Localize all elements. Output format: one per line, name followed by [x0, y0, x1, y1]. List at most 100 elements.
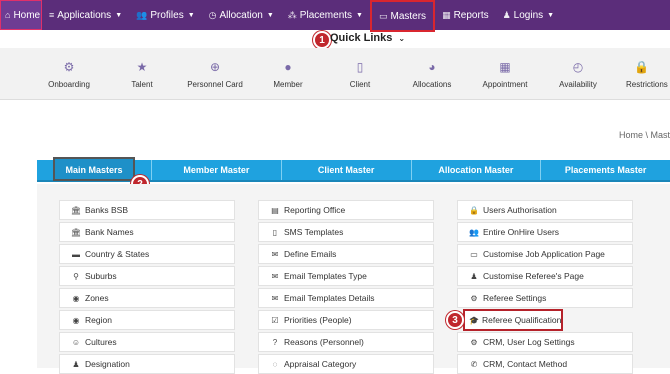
master-item-label: Zones [85, 293, 109, 303]
master-item-label: Customise Referee's Page [483, 271, 584, 281]
nav-home[interactable]: ⌂ Home [0, 0, 42, 30]
clock-icon: ◷ [208, 9, 217, 20]
quick-link-availability[interactable]: ◴ Availability [554, 48, 602, 100]
tab-member-master[interactable]: Member Master [151, 160, 281, 180]
master-item-label: CRM, User Log Settings [483, 337, 575, 347]
nav-applications[interactable]: ≡ Applications ▼ [42, 0, 129, 30]
master-item-customise-job-application-page[interactable]: ▭ Customise Job Application Page [457, 244, 633, 264]
quick-link-label: Talent [131, 79, 153, 89]
quick-link-member[interactable]: ● Member [266, 48, 310, 100]
bank-icon: 🏛 [70, 227, 82, 237]
master-item-label: Suburbs [85, 271, 117, 281]
mobile-icon: ▯ [272, 227, 278, 237]
chevron-down-icon: ▼ [547, 11, 555, 19]
master-item-referee-settings[interactable]: ⚙ Referee Settings [457, 288, 633, 308]
top-navbar: ⌂ Home ≡ Applications ▼ 👥 Profiles ▼ ◷ A… [0, 0, 670, 32]
step-callout-1: 1 [313, 31, 331, 49]
master-item-reporting-office[interactable]: ▤ Reporting Office [258, 200, 434, 220]
quick-link-client[interactable]: ▯ Client [342, 48, 378, 100]
master-item-region[interactable]: ◉ Region [59, 310, 235, 330]
nav-logins-label: Logins [513, 9, 544, 21]
master-item-cultures[interactable]: ☺ Cultures [59, 332, 235, 352]
user-icon: ♟ [72, 359, 80, 369]
breadcrumb[interactable]: Home \ Mast [619, 130, 670, 140]
user-icon: ♟ [502, 9, 511, 20]
clock-icon: ◴ [572, 59, 584, 74]
home-icon: ⌂ [5, 10, 11, 20]
master-item-users-authorisation[interactable]: 🔒 Users Authorisation [457, 200, 633, 220]
master-item-priorities-people[interactable]: ☑ Priorities (People) [258, 310, 434, 330]
quick-link-allocations[interactable]: ◕ Allocations [408, 48, 456, 100]
star-icon: ★ [136, 59, 148, 74]
quick-link-label: Availability [559, 79, 597, 89]
chevron-down-icon: ▼ [356, 11, 363, 19]
master-item-label: Entire OnHire Users [483, 227, 560, 237]
master-item-crm-contact-method[interactable]: ✆ CRM, Contact Method [457, 354, 633, 374]
master-item-country-states[interactable]: ▬ Country & States [59, 244, 235, 264]
tab-client-master[interactable]: Client Master [280, 160, 411, 180]
master-item-define-emails[interactable]: ✉ Define Emails [258, 244, 434, 264]
user-icon: ● [284, 59, 292, 74]
master-item-suburbs[interactable]: ⚲ Suburbs [59, 266, 235, 286]
nav-masters[interactable]: ▭ Masters [369, 0, 436, 32]
gears-icon: ⚙ [470, 293, 478, 303]
lock-icon: 🔒 [634, 59, 649, 74]
flag-icon: ▬ [72, 249, 80, 259]
quick-link-talent[interactable]: ★ Talent [118, 48, 166, 100]
master-item-label: Region [85, 315, 112, 325]
quick-link-personnel-card[interactable]: ⊕ Personnel Card [183, 48, 247, 100]
document-icon: ▯ [356, 59, 364, 74]
users-icon: 👥 [136, 9, 148, 20]
nav-placements[interactable]: ⁂ Placements ▼ [281, 0, 370, 30]
master-item-sms-templates[interactable]: ▯ SMS Templates [258, 222, 434, 242]
tab-placements-master[interactable]: Placements Master [540, 160, 670, 180]
nav-reports-label: Reports [453, 9, 489, 21]
chart-icon: ▦ [442, 9, 451, 20]
nav-allocation[interactable]: ◷ Allocation ▼ [202, 0, 281, 30]
envelope-icon: ✉ [271, 293, 279, 303]
quick-link-onboarding[interactable]: ⚙ Onboarding [40, 48, 98, 100]
nav-reports[interactable]: ▦ Reports [435, 0, 496, 30]
master-item-email-templates-details[interactable]: ✉ Email Templates Details [258, 288, 434, 308]
master-item-customise-referees-page[interactable]: ♟ Customise Referee's Page [457, 266, 633, 286]
phone-icon: ✆ [470, 359, 478, 369]
envelope-icon: ✉ [271, 249, 279, 259]
gear-icon: ⚙ [470, 337, 478, 347]
tab-main-masters-label: Main Masters [53, 157, 135, 181]
chevron-down-icon: ⌄ [398, 34, 406, 43]
quick-link-label: Allocations [412, 79, 452, 89]
quick-links-toggle[interactable]: Quick Links ⌄ [330, 32, 405, 44]
master-item-entire-onhire-users[interactable]: 👥 Entire OnHire Users [457, 222, 633, 242]
quick-link-appointment[interactable]: ▦ Appointment [478, 48, 532, 100]
master-item-crm-user-log-settings[interactable]: ⚙ CRM, User Log Settings [457, 332, 633, 352]
users-icon: 👥 [469, 227, 479, 237]
master-item-label: Referee Settings [483, 293, 547, 303]
nav-logins[interactable]: ♟ Logins ▼ [496, 0, 561, 30]
master-item-reasons-personnel[interactable]: ? Reasons (Personnel) [258, 332, 434, 352]
master-item-zones[interactable]: ◉ Zones [59, 288, 235, 308]
master-item-appraisal-category[interactable]: ◌ Appraisal Category [258, 354, 434, 374]
bank-icon: 🏛 [70, 205, 82, 215]
calendar-icon: ▦ [499, 59, 511, 74]
pie-chart-icon: ◕ [428, 59, 436, 74]
master-item-bank-names[interactable]: 🏛 Bank Names [59, 222, 235, 242]
tab-allocation-master[interactable]: Allocation Master [410, 160, 541, 180]
master-item-label: Customise Job Application Page [483, 249, 605, 259]
quick-link-label: Personnel Card [187, 79, 243, 89]
quick-link-restrictions[interactable]: 🔒 Restrictions [626, 48, 670, 100]
nav-applications-label: Applications [57, 9, 112, 21]
master-item-banks-bsb[interactable]: 🏛 Banks BSB [59, 200, 235, 220]
master-item-label: Reasons (Personnel) [284, 337, 364, 347]
master-item-email-templates-type[interactable]: ✉ Email Templates Type [258, 266, 434, 286]
question-circle-icon: ? [272, 337, 278, 347]
master-item-label: Cultures [85, 337, 117, 347]
nav-profiles[interactable]: 👥 Profiles ▼ [129, 0, 202, 30]
globe-icon: ◉ [72, 293, 80, 303]
quick-link-label: Appointment [482, 79, 528, 89]
nav-home-label: Home [13, 9, 41, 21]
comment-icon: ◌ [272, 359, 278, 369]
master-item-designation[interactable]: ♟ Designation [59, 354, 235, 374]
master-item-referee-qualification[interactable]: 🎓 Referee Qualification [463, 309, 563, 331]
chevron-down-icon: ▼ [187, 11, 195, 19]
master-item-label: Email Templates Type [284, 271, 367, 281]
